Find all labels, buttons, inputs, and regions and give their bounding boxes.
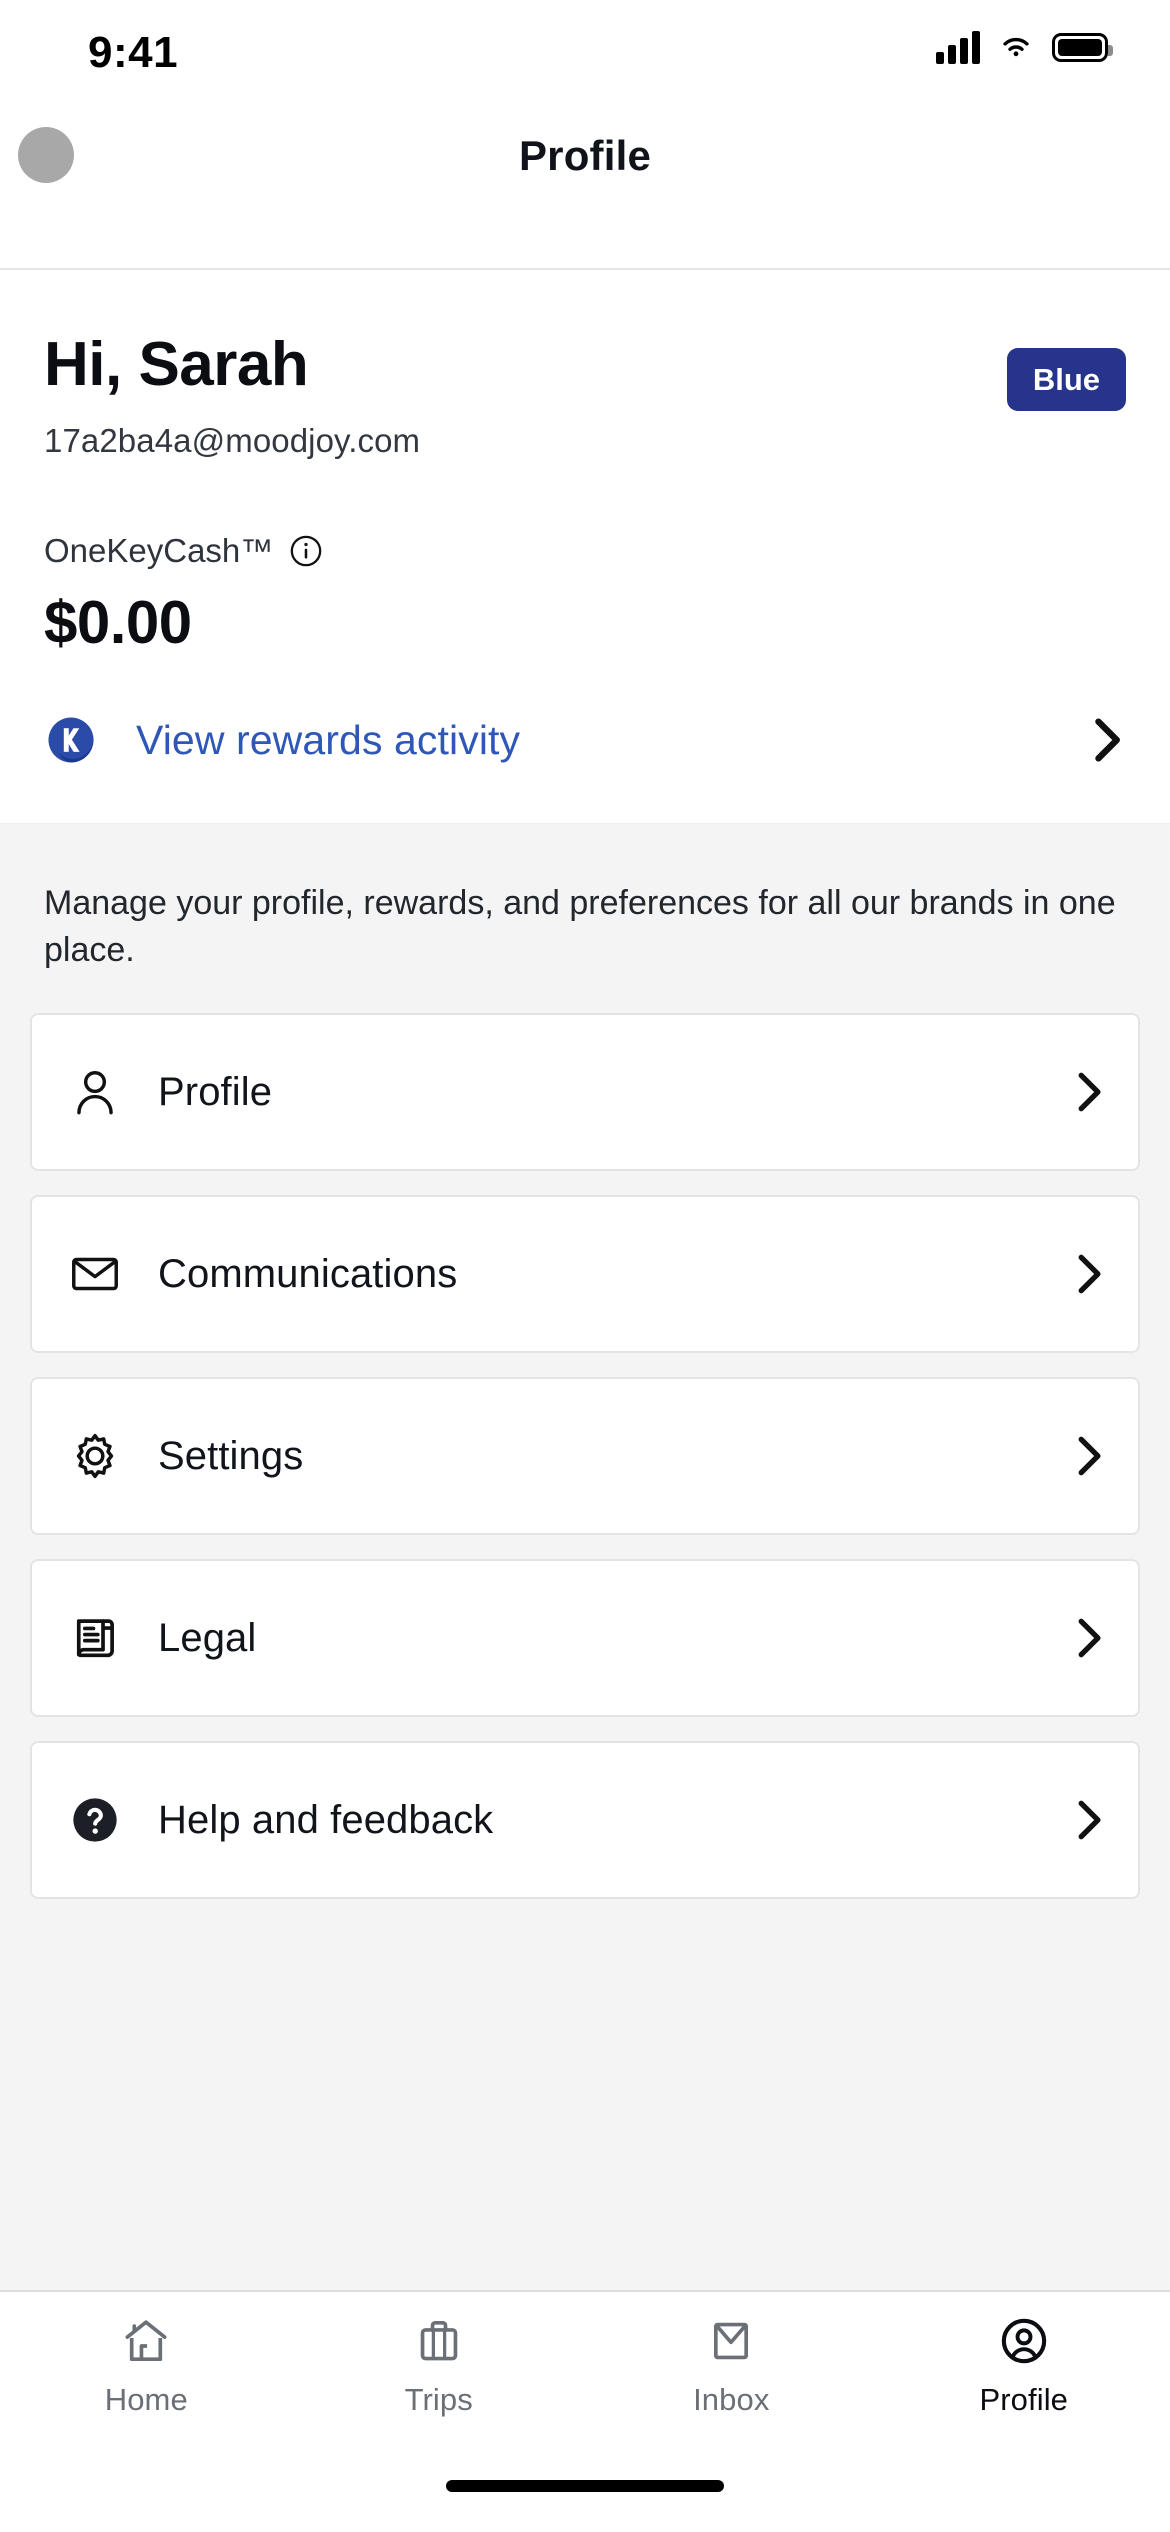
tab-label: Inbox bbox=[693, 2382, 770, 2417]
page-title: Profile bbox=[518, 132, 652, 179]
chevron-right-icon bbox=[1095, 718, 1120, 762]
account-summary: Hi, Sarah 17a2ba4a@moodjoy.com Blue OneK… bbox=[0, 270, 1170, 823]
chevron-right-icon bbox=[1078, 1254, 1101, 1294]
tab-inbox[interactable]: Inbox bbox=[585, 2312, 878, 2418]
house-icon bbox=[115, 2312, 177, 2370]
status-bar-indicators bbox=[936, 30, 1113, 64]
envelope-icon bbox=[700, 2312, 762, 2370]
rewards-balance: $0.00 bbox=[44, 589, 192, 656]
question-mark-circle-icon bbox=[64, 1789, 126, 1851]
status-bar: 9:41 bbox=[0, 0, 1170, 96]
chevron-right-icon bbox=[1078, 1800, 1101, 1840]
menu-item-label: Profile bbox=[158, 1069, 273, 1114]
greeting-name: Hi, Sarah bbox=[44, 330, 309, 399]
menu-item-communications[interactable]: Communications bbox=[30, 1195, 1140, 1354]
menu-item-settings[interactable]: Settings bbox=[30, 1377, 1140, 1536]
menu-item-help-and-feedback[interactable]: Help and feedback bbox=[30, 1741, 1140, 1900]
rewards-program-label: OneKeyCash™ bbox=[44, 532, 274, 569]
chevron-right-icon bbox=[1078, 1436, 1101, 1476]
menu-item-profile[interactable]: Profile bbox=[30, 1013, 1140, 1172]
suitcase-icon bbox=[408, 2312, 470, 2370]
tab-label: Profile bbox=[979, 2382, 1069, 2417]
wifi-icon bbox=[1003, 37, 1029, 57]
section-description: Manage your profile, rewards, and prefer… bbox=[44, 884, 1116, 969]
tab-home[interactable]: Home bbox=[0, 2312, 293, 2418]
menu-item-label: Settings bbox=[158, 1433, 304, 1478]
settings-section: Manage your profile, rewards, and prefer… bbox=[0, 823, 1170, 2290]
tab-profile[interactable]: Profile bbox=[878, 2312, 1170, 2418]
app-screen: 9:41 Profile Hi, Sarah 17a2ba4a@moodjoy.… bbox=[0, 0, 1170, 2532]
person-icon bbox=[64, 1061, 126, 1123]
home-indicator[interactable] bbox=[446, 2480, 724, 2492]
tab-label: Trips bbox=[404, 2382, 473, 2417]
chevron-right-icon bbox=[1078, 1072, 1101, 1112]
nav-header: Profile bbox=[0, 96, 1170, 270]
envelope-icon bbox=[64, 1243, 126, 1305]
tab-trips[interactable]: Trips bbox=[293, 2312, 586, 2418]
greeting-row: Hi, Sarah 17a2ba4a@moodjoy.com Blue bbox=[44, 334, 1126, 460]
bottom-tab-bar: Home Trips Inbox Profile bbox=[0, 2290, 1170, 2480]
info-circle-icon[interactable] bbox=[289, 534, 323, 568]
view-rewards-activity-label: View rewards activity bbox=[136, 716, 521, 763]
menu-item-label: Help and feedback bbox=[158, 1797, 494, 1842]
status-bar-time: 9:41 bbox=[88, 28, 179, 77]
scroll-document-icon bbox=[64, 1607, 126, 1669]
tab-label: Home bbox=[104, 2382, 188, 2417]
chevron-right-icon bbox=[1078, 1618, 1101, 1658]
home-indicator-area bbox=[0, 2480, 1170, 2532]
account-email: 17a2ba4a@moodjoy.com bbox=[44, 422, 421, 459]
person-circle-icon bbox=[993, 2312, 1055, 2370]
menu-item-label: Legal bbox=[158, 1615, 257, 1660]
menu-item-label: Communications bbox=[158, 1251, 458, 1296]
battery-full-icon bbox=[1052, 32, 1113, 62]
status-badge[interactable]: Blue bbox=[1006, 348, 1126, 411]
cellular-signal-icon bbox=[936, 30, 980, 64]
view-rewards-activity-row[interactable]: View rewards activity bbox=[44, 713, 1126, 823]
gear-icon bbox=[64, 1425, 126, 1487]
rewards-label-row: OneKeyCash™ bbox=[44, 532, 1126, 570]
menu-item-legal[interactable]: Legal bbox=[30, 1559, 1140, 1718]
onekey-logo-icon bbox=[48, 717, 94, 763]
